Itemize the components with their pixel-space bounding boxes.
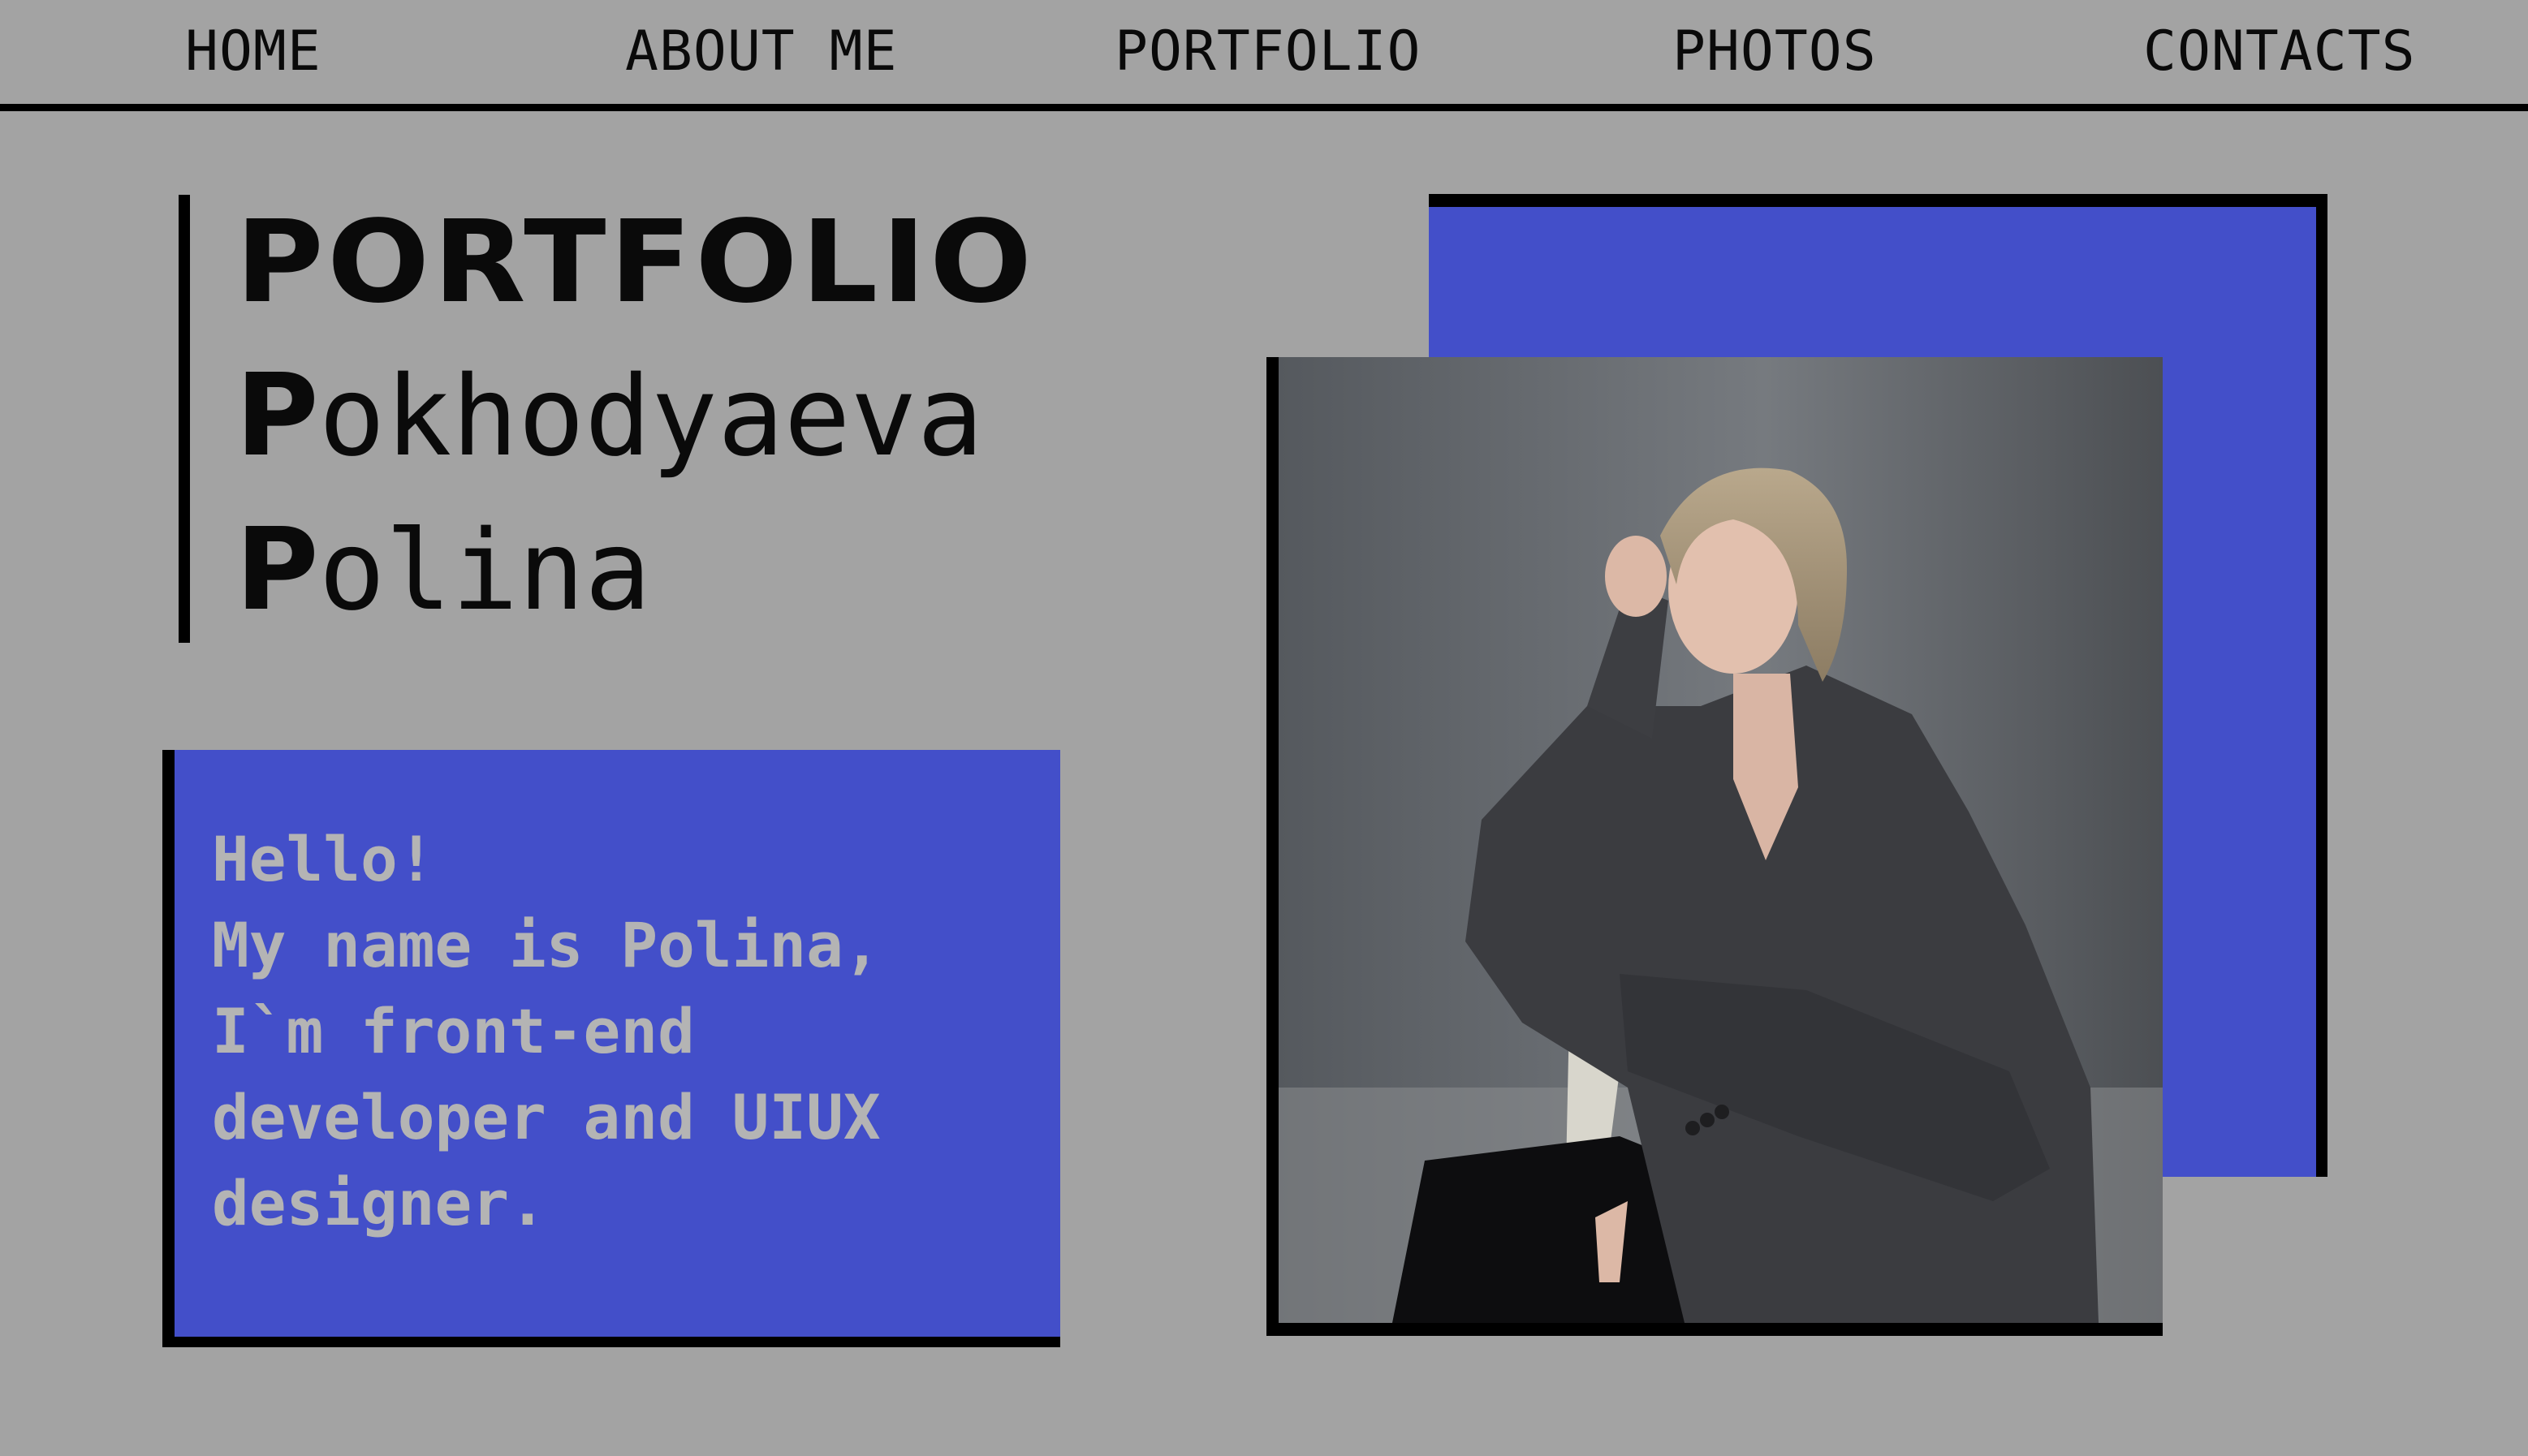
firstname-initial: P — [235, 504, 319, 636]
surname-initial: P — [235, 350, 319, 482]
page-title: PORTFOLIO — [235, 196, 1036, 329]
surname-heading: Pokhodyaeva — [235, 347, 983, 486]
firstname-heading: Polina — [235, 502, 651, 640]
intro-line: Hello! — [212, 823, 435, 895]
intro-card: Hello! My name is Polina, I`m front-end … — [175, 750, 1060, 1337]
title-accent-bar — [179, 195, 190, 643]
nav-photos-link[interactable]: PHOTOS — [1672, 18, 1877, 86]
nav-home-link[interactable]: HOME — [185, 18, 321, 86]
top-navigation: HOME ABOUT ME PORTFOLIO PHOTOS CONTACTS — [0, 0, 2528, 111]
portrait-photo-icon — [1279, 357, 2163, 1323]
intro-line: My name is Polina, — [212, 909, 881, 981]
nav-contacts-link[interactable]: CONTACTS — [2143, 18, 2416, 86]
surname-rest: okhodyaeva — [318, 353, 984, 481]
intro-line: designer. — [212, 1167, 546, 1239]
portrait-photo — [1279, 357, 2163, 1323]
nav-portfolio-link[interactable]: PORTFOLIO — [1115, 18, 1421, 86]
intro-line: I`m front-end — [212, 995, 695, 1067]
nav-about-me-link[interactable]: ABOUT ME — [625, 18, 898, 86]
intro-line: developer and UIUX — [212, 1081, 881, 1153]
firstname-rest: olina — [318, 507, 652, 635]
